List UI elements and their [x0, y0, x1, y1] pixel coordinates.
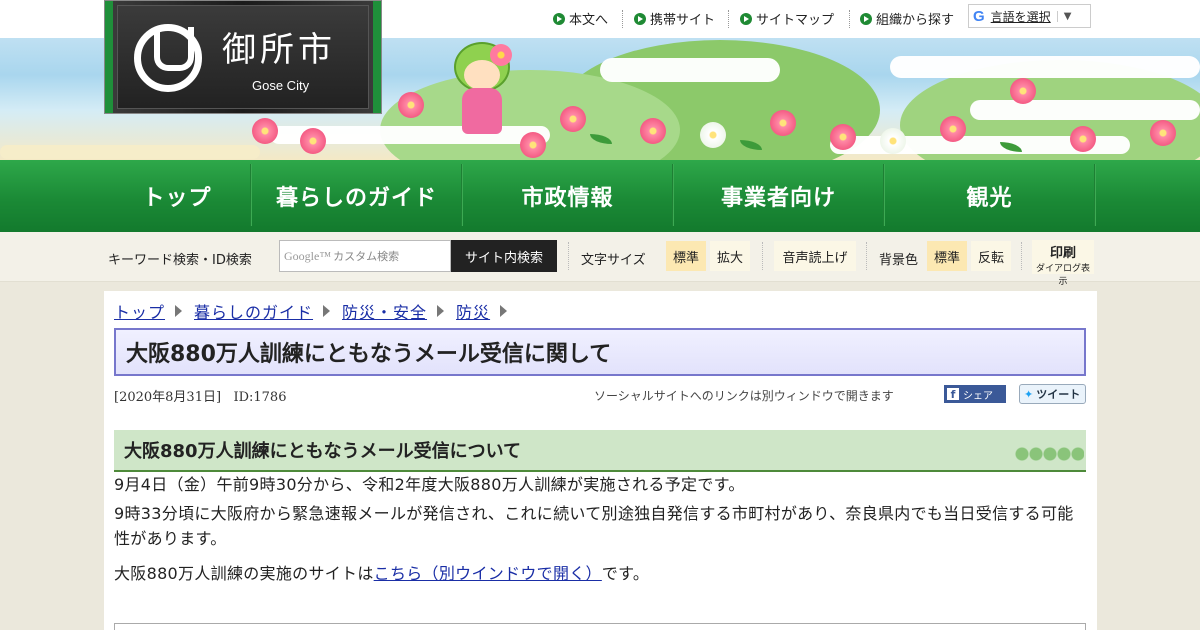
mascot-character: [446, 42, 518, 142]
article-date: [2020年8月31日]: [114, 390, 222, 405]
arrow-circle-icon: [860, 12, 872, 25]
page-title: 大阪880万人訓練にともなうメール受信に関して: [114, 328, 1086, 376]
search-input[interactable]: Google™ カスタム検索: [279, 240, 451, 272]
main-content: トップ 暮らしのガイド 防災・安全 防災 大阪880万人訓練にともなうメール受信…: [104, 291, 1097, 630]
divider: [728, 10, 729, 28]
facebook-icon: f: [947, 388, 959, 401]
azalea-flower: [1150, 120, 1176, 146]
bg-color-label: 背景色: [879, 253, 919, 268]
bg-standard-button[interactable]: 標準: [927, 241, 967, 271]
azalea-flower: [640, 118, 666, 144]
social-note: ソーシャルサイトへのリンクは別ウィンドウで開きます: [594, 389, 894, 403]
toolbar: キーワード検索・ID検索 Google™ カスタム検索 サイト内検索 文字サイズ…: [0, 232, 1200, 287]
content-box: [114, 623, 1086, 630]
arrow-circle-icon: [553, 12, 565, 25]
triangle-right-icon: [500, 305, 508, 317]
triangle-right-icon: [175, 305, 183, 317]
google-icon: G: [973, 7, 985, 25]
site-logo[interactable]: 御所市 Gose City: [104, 0, 382, 114]
breadcrumb-link-safety[interactable]: 防災・安全: [342, 299, 427, 323]
arrow-circle-icon: [740, 12, 752, 25]
util-link-skip-to-content[interactable]: 本文へ: [553, 9, 608, 28]
search-label: キーワード検索・ID検索: [108, 253, 252, 268]
nav-item-living-guide[interactable]: 暮らしのガイド: [252, 160, 461, 232]
breadcrumb: トップ 暮らしのガイド 防災・安全 防災: [114, 299, 519, 323]
breadcrumb-link-disaster[interactable]: 防災: [456, 299, 490, 323]
divider: [762, 242, 763, 270]
facebook-share-button[interactable]: f シェア: [944, 385, 1006, 403]
city-emblem-icon: [134, 24, 202, 92]
arrow-circle-icon: [634, 12, 646, 25]
font-large-button[interactable]: 拡大: [710, 241, 750, 271]
divider: [1021, 242, 1022, 270]
azalea-flower: [398, 92, 424, 118]
azalea-flower: [300, 128, 326, 154]
twitter-bird-icon: ✦: [1024, 387, 1034, 401]
azalea-flower: [770, 110, 796, 136]
breadcrumb-link-living-guide[interactable]: 暮らしのガイド: [194, 299, 313, 323]
bg-invert-button[interactable]: 反転: [971, 241, 1011, 271]
city-name-en: Gose City: [252, 78, 310, 93]
cloud: [890, 56, 1200, 78]
section-heading: 大阪880万人訓練にともなうメール受信について: [114, 430, 1086, 472]
azalea-flower: [940, 116, 966, 142]
font-standard-button[interactable]: 標準: [666, 241, 706, 271]
triangle-right-icon: [323, 305, 331, 317]
voice-read-button[interactable]: 音声読上げ: [774, 241, 856, 271]
cloud: [600, 58, 780, 82]
print-button[interactable]: 印刷 ダイアログ表示: [1032, 240, 1094, 287]
article-id: ID:1786: [233, 390, 287, 405]
util-link-organization[interactable]: 組織から探す: [860, 9, 954, 28]
divider: [866, 242, 867, 270]
nav-item-top[interactable]: トップ: [104, 160, 250, 232]
breadcrumb-link-top[interactable]: トップ: [114, 299, 165, 323]
triangle-right-icon: [437, 305, 445, 317]
paragraph-3: 大阪880万人訓練の実施のサイトはこちら（別ウインドウで開く）です。: [114, 564, 650, 583]
white-flower: [700, 122, 726, 148]
global-nav: トップ 暮らしのガイド 市政情報 事業者向け 観光: [0, 160, 1200, 232]
azalea-flower: [520, 132, 546, 158]
azalea-flower: [1070, 126, 1096, 152]
azalea-flower: [560, 106, 586, 132]
divider: [849, 10, 850, 28]
nav-item-tourism[interactable]: 観光: [885, 160, 1094, 232]
header-banner: 御所市 Gose City 本文へ 携帯サイト サイトマップ 組織から探す G …: [0, 0, 1200, 160]
azalea-flower: [830, 124, 856, 150]
divider: [568, 242, 569, 270]
azalea-flower: [252, 118, 278, 144]
nav-item-business[interactable]: 事業者向け: [674, 160, 883, 232]
divider: [622, 10, 623, 28]
language-select[interactable]: G 言語を選択 ▼: [968, 4, 1091, 28]
tweet-button[interactable]: ✦ ツイート: [1019, 384, 1086, 404]
white-flower: [880, 128, 906, 154]
util-link-mobile-site[interactable]: 携帯サイト: [634, 9, 715, 28]
external-site-link[interactable]: こちら（別ウインドウで開く）: [374, 564, 602, 583]
article-meta: [2020年8月31日] ID:1786: [114, 386, 286, 405]
google-logo: Google™: [284, 248, 332, 263]
cloud: [970, 100, 1200, 120]
cloud: [0, 145, 260, 159]
azalea-flower: [1010, 78, 1036, 104]
font-size-label: 文字サイズ: [581, 253, 646, 268]
nav-divider: [1094, 164, 1096, 226]
decorative-pattern-icon: [1014, 442, 1084, 466]
nav-item-city-info[interactable]: 市政情報: [463, 160, 672, 232]
site-search-button[interactable]: サイト内検索: [451, 240, 557, 272]
util-link-sitemap[interactable]: サイトマップ: [740, 9, 834, 28]
chevron-down-icon: ▼: [1056, 10, 1071, 22]
city-name: 御所市: [222, 30, 336, 70]
paragraph-1: 9月4日（金）午前9時30分から、令和2年度大阪880万人訓練が実施される予定で…: [114, 475, 745, 494]
paragraph-2: 9時33分頃に大阪府から緊急速報メールが発信され、これに続いて別途独自発信する市…: [114, 504, 1074, 548]
